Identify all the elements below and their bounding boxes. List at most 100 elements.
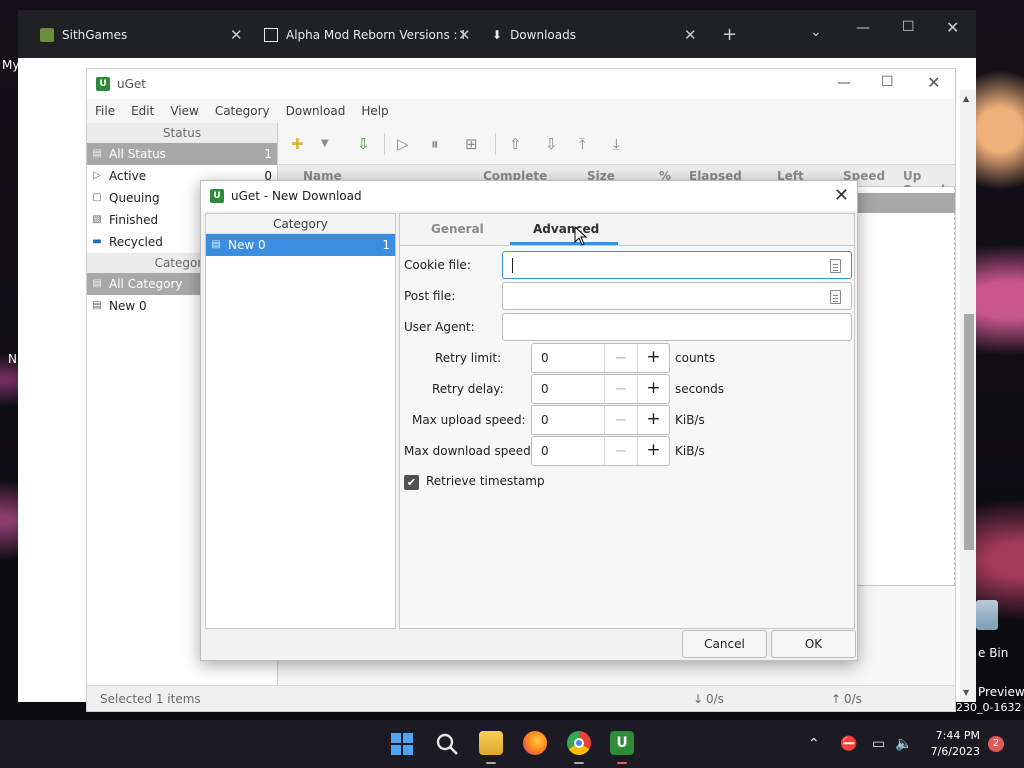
taskbar-clock[interactable]: 7:44 PM 7/6/2023 bbox=[926, 728, 980, 760]
windows-start-icon[interactable] bbox=[390, 732, 414, 756]
category-item-new-0[interactable]: ▤ New 0 1 bbox=[206, 234, 395, 256]
sidebar-item-all-status[interactable]: ▤ All Status 1 bbox=[87, 143, 277, 165]
cancel-button[interactable]: Cancel bbox=[682, 630, 767, 658]
all-status-icon: ▤ bbox=[92, 148, 102, 159]
sithgames-favicon-icon bbox=[40, 28, 54, 42]
menu-file[interactable]: File bbox=[95, 99, 123, 123]
start-icon[interactable]: ▷ bbox=[397, 135, 409, 153]
close-tab-icon[interactable]: ✕ bbox=[230, 26, 243, 44]
chrome-icon[interactable] bbox=[567, 731, 591, 755]
category-header: Category bbox=[206, 214, 395, 234]
retry-delay-value[interactable]: 0 bbox=[541, 382, 549, 396]
sidebar-item-label: New 0 bbox=[109, 299, 147, 313]
file-browse-icon[interactable] bbox=[830, 259, 841, 273]
menu-download[interactable]: Download bbox=[286, 99, 354, 123]
minimize-icon[interactable]: — bbox=[837, 75, 851, 91]
retrieve-timestamp-label[interactable]: Retrieve timestamp bbox=[426, 474, 545, 488]
minimize-icon[interactable]: — bbox=[856, 20, 870, 36]
retry-limit-label: Retry limit: bbox=[435, 351, 502, 365]
retry-limit-value[interactable]: 0 bbox=[541, 351, 549, 365]
decrement-button[interactable]: − bbox=[604, 406, 637, 434]
page-scrollbar[interactable]: ▲ ▼ bbox=[960, 90, 976, 702]
new-tab-icon[interactable]: + bbox=[722, 24, 737, 45]
retry-delay-label: Retry delay: bbox=[432, 382, 504, 396]
close-icon[interactable]: ✕ bbox=[834, 185, 849, 206]
user-agent-input[interactable] bbox=[502, 313, 852, 341]
volume-icon[interactable]: 🔈 bbox=[895, 736, 912, 752]
tab-label: Alpha Mod Reborn Versions : I bbox=[286, 28, 465, 42]
file-browse-icon[interactable] bbox=[830, 290, 841, 304]
sidebar-item-label: Recycled bbox=[109, 235, 163, 249]
tab-alpha-mod[interactable]: Alpha Mod Reborn Versions : I bbox=[264, 20, 465, 50]
new-download-dialog: U uGet - New Download ✕ Category ▤ New 0… bbox=[200, 180, 858, 661]
tab-general[interactable]: General bbox=[431, 222, 484, 236]
increment-button[interactable]: + bbox=[637, 406, 669, 434]
maximize-icon[interactable]: ☐ bbox=[902, 19, 915, 35]
scrollbar-thumb[interactable] bbox=[964, 314, 974, 550]
desktop-file-label: Preview bbox=[978, 685, 1024, 699]
maximize-icon[interactable]: ☐ bbox=[881, 74, 894, 90]
increment-button[interactable]: + bbox=[637, 344, 669, 372]
tab-sithgames[interactable]: SithGames bbox=[40, 20, 127, 50]
uget-taskbar-icon[interactable]: U bbox=[610, 731, 634, 755]
post-file-input[interactable] bbox=[502, 282, 852, 310]
max-download-value[interactable]: 0 bbox=[541, 444, 549, 458]
move-down-icon[interactable]: ⇩ bbox=[545, 135, 558, 153]
menubar: File Edit View Category Download Help bbox=[87, 99, 955, 123]
close-icon[interactable]: ✕ bbox=[927, 73, 940, 92]
download-speed-icon: ↓ bbox=[693, 692, 704, 706]
sidebar-item-label: Finished bbox=[109, 213, 159, 227]
decrement-button[interactable]: − bbox=[604, 437, 637, 465]
scroll-down-icon[interactable]: ▼ bbox=[963, 688, 969, 697]
max-upload-value[interactable]: 0 bbox=[541, 413, 549, 427]
recycle-bin-icon[interactable] bbox=[976, 600, 998, 630]
user-agent-label: User Agent: bbox=[404, 320, 475, 334]
dropdown-arrow-icon[interactable]: ▼ bbox=[321, 138, 329, 149]
download-batch-icon[interactable]: ⇩ bbox=[357, 135, 370, 153]
pause-icon[interactable]: ⏸ bbox=[431, 135, 439, 153]
mouse-pointer-icon bbox=[574, 226, 588, 246]
max-download-unit: KiB/s bbox=[675, 444, 705, 458]
close-tab-icon[interactable]: ✕ bbox=[458, 26, 471, 44]
scroll-up-icon[interactable]: ▲ bbox=[963, 94, 969, 103]
ok-button[interactable]: OK bbox=[771, 630, 856, 658]
menu-edit[interactable]: Edit bbox=[131, 99, 162, 123]
retry-limit-spinner[interactable]: 0 − + bbox=[531, 343, 670, 373]
max-download-spinner[interactable]: 0 − + bbox=[531, 436, 670, 466]
tab-advanced[interactable]: Advanced bbox=[533, 222, 599, 236]
increment-button[interactable]: + bbox=[637, 437, 669, 465]
decrement-button[interactable]: − bbox=[604, 375, 637, 403]
move-top-icon[interactable]: ⤒ bbox=[579, 135, 586, 153]
desktop-partial-label: N bbox=[8, 352, 17, 366]
decrement-button[interactable]: − bbox=[604, 344, 637, 372]
close-tab-icon[interactable]: ✕ bbox=[684, 26, 697, 44]
notification-badge[interactable]: 2 bbox=[988, 736, 1004, 752]
max-upload-spinner[interactable]: 0 − + bbox=[531, 405, 670, 435]
file-explorer-icon[interactable] bbox=[479, 731, 503, 755]
properties-icon[interactable]: ⊞ bbox=[465, 135, 478, 153]
network-offline-icon[interactable]: ⛔ bbox=[840, 736, 857, 752]
new-download-icon[interactable]: ✚ bbox=[291, 135, 304, 153]
move-up-icon[interactable]: ⇧ bbox=[509, 135, 522, 153]
cookie-file-input[interactable] bbox=[502, 251, 852, 279]
retry-delay-spinner[interactable]: 0 − + bbox=[531, 374, 670, 404]
running-indicator bbox=[574, 762, 584, 764]
browser-tabstrip: SithGames ✕ Alpha Mod Reborn Versions : … bbox=[18, 10, 976, 58]
search-icon[interactable] bbox=[435, 732, 459, 756]
max-upload-unit: KiB/s bbox=[675, 413, 705, 427]
increment-button[interactable]: + bbox=[637, 375, 669, 403]
display-icon[interactable]: ▭ bbox=[872, 736, 885, 752]
menu-view[interactable]: View bbox=[170, 99, 206, 123]
menu-category[interactable]: Category bbox=[215, 99, 278, 123]
retrieve-timestamp-checkbox[interactable]: ✔ bbox=[404, 475, 419, 490]
cookie-file-label: Cookie file: bbox=[404, 258, 471, 272]
firefox-icon[interactable] bbox=[523, 731, 547, 755]
move-bottom-icon[interactable]: ⤓ bbox=[613, 135, 620, 153]
tab-search-chevron-icon[interactable]: ⌄ bbox=[810, 24, 822, 40]
tab-downloads[interactable]: ⬇ Downloads bbox=[492, 20, 576, 50]
close-icon[interactable]: ✕ bbox=[946, 18, 959, 37]
advanced-settings-panel: Cookie file: Post file: User Agent: Retr… bbox=[399, 245, 855, 629]
menu-help[interactable]: Help bbox=[361, 99, 396, 123]
tray-chevron-icon[interactable]: ⌃ bbox=[808, 736, 820, 752]
tab-label: SithGames bbox=[62, 28, 128, 42]
